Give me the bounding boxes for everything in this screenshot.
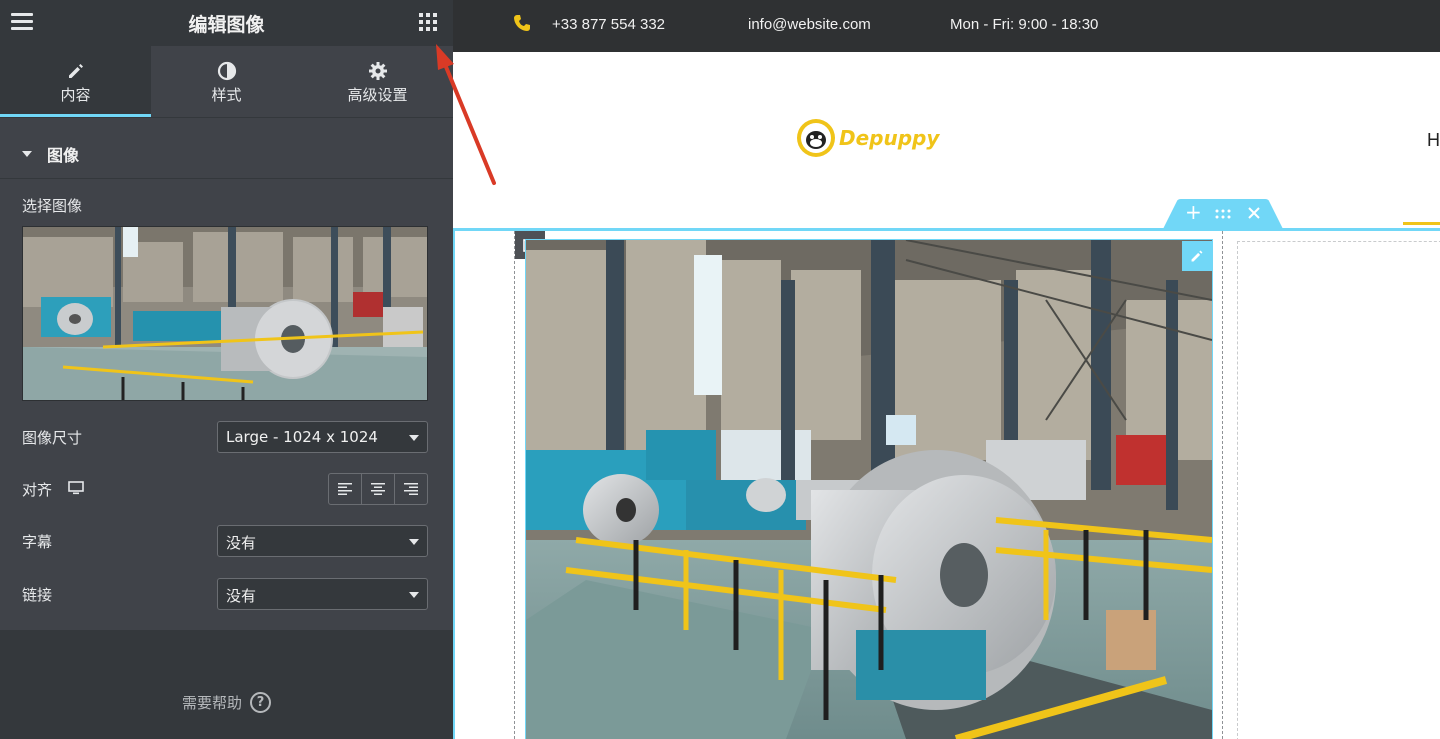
editor-panel: 编辑图像 内容 样式 高级设置 图像 选择图像 图像尺寸 Large - 102… xyxy=(0,0,453,739)
logo-text: Depuppy xyxy=(839,126,940,150)
delete-section-close-icon[interactable] xyxy=(1248,205,1260,223)
tab-content[interactable]: 内容 xyxy=(0,46,151,117)
panel-tabs: 内容 样式 高级设置 xyxy=(0,46,453,118)
choose-image-label: 选择图像 xyxy=(22,197,83,215)
question-circle-icon: ? xyxy=(250,692,271,713)
caption-row: 字幕 没有 xyxy=(22,525,428,557)
email-address[interactable]: info@website.com xyxy=(748,16,871,33)
panel-header: 编辑图像 xyxy=(0,0,453,46)
help-label: 需要帮助 xyxy=(181,694,242,712)
align-center-icon xyxy=(371,483,385,495)
link-row: 链接 没有 xyxy=(22,578,428,610)
nav-item-home[interactable]: H xyxy=(1427,130,1440,151)
dropdown-arrow-icon xyxy=(409,435,419,441)
phone-number[interactable]: +33 877 554 332 xyxy=(552,16,665,33)
column-right[interactable] xyxy=(1237,241,1440,739)
align-center-button[interactable] xyxy=(362,474,395,504)
dropdown-arrow-icon xyxy=(409,539,419,545)
factory-image xyxy=(526,240,1212,739)
annotation-arrow-icon xyxy=(436,44,496,185)
site-header: Depuppy H xyxy=(453,52,1440,228)
help-link[interactable]: 需要帮助 ? xyxy=(0,692,453,713)
link-label: 链接 xyxy=(22,585,53,604)
image-size-select[interactable]: Large - 1024 x 1024 xyxy=(217,421,428,453)
caption-value: 没有 xyxy=(226,534,257,552)
edit-widget-button[interactable] xyxy=(1182,241,1212,271)
image-widget[interactable] xyxy=(525,239,1213,739)
factory-thumbnail-image xyxy=(23,227,427,400)
tab-content-label: 内容 xyxy=(60,86,91,104)
tab-style-label: 样式 xyxy=(211,86,242,104)
site-logo[interactable]: Depuppy xyxy=(796,118,939,158)
link-value: 没有 xyxy=(226,587,257,605)
align-left-icon xyxy=(338,483,352,495)
drag-handle-icon[interactable] xyxy=(1214,205,1232,223)
image-size-row: 图像尺寸 Large - 1024 x 1024 xyxy=(22,421,428,453)
alignment-buttons xyxy=(328,473,428,505)
link-select[interactable]: 没有 xyxy=(217,578,428,610)
phone-icon xyxy=(513,14,531,36)
tab-style[interactable]: 样式 xyxy=(151,46,302,117)
caption-select[interactable]: 没有 xyxy=(217,525,428,557)
panel-title: 编辑图像 xyxy=(188,14,265,36)
alignment-label: 对齐 xyxy=(22,480,53,499)
dog-logo-icon xyxy=(797,119,835,157)
dropdown-arrow-icon xyxy=(409,592,419,598)
image-size-value: Large - 1024 x 1024 xyxy=(226,428,378,446)
align-right-icon xyxy=(404,483,418,495)
opening-hours: Mon - Fri: 9:00 - 18:30 xyxy=(950,16,1099,33)
widgets-grid-icon[interactable] xyxy=(419,13,437,31)
image-size-label: 图像尺寸 xyxy=(22,428,83,447)
panel-footer: 需要帮助 ? xyxy=(0,630,453,739)
section-handle: + xyxy=(1163,199,1283,229)
caption-label: 字幕 xyxy=(22,532,53,551)
site-topbar: +33 877 554 332 info@website.com Mon - F… xyxy=(453,0,1440,52)
desktop-icon[interactable] xyxy=(68,480,84,499)
alignment-row: 对齐 xyxy=(22,473,428,505)
align-right-button[interactable] xyxy=(395,474,427,504)
section-title: 图像 xyxy=(47,145,80,165)
pencil-icon xyxy=(0,61,151,81)
nav-active-underline xyxy=(1403,222,1440,225)
caret-down-icon xyxy=(22,150,32,157)
add-section-plus-icon[interactable]: + xyxy=(1185,202,1202,222)
section-image-toggle[interactable]: 图像 xyxy=(0,129,453,179)
pencil-icon xyxy=(1191,250,1203,262)
align-left-button[interactable] xyxy=(329,474,362,504)
image-thumbnail-picker[interactable] xyxy=(22,226,428,401)
half-circle-icon xyxy=(151,61,302,81)
